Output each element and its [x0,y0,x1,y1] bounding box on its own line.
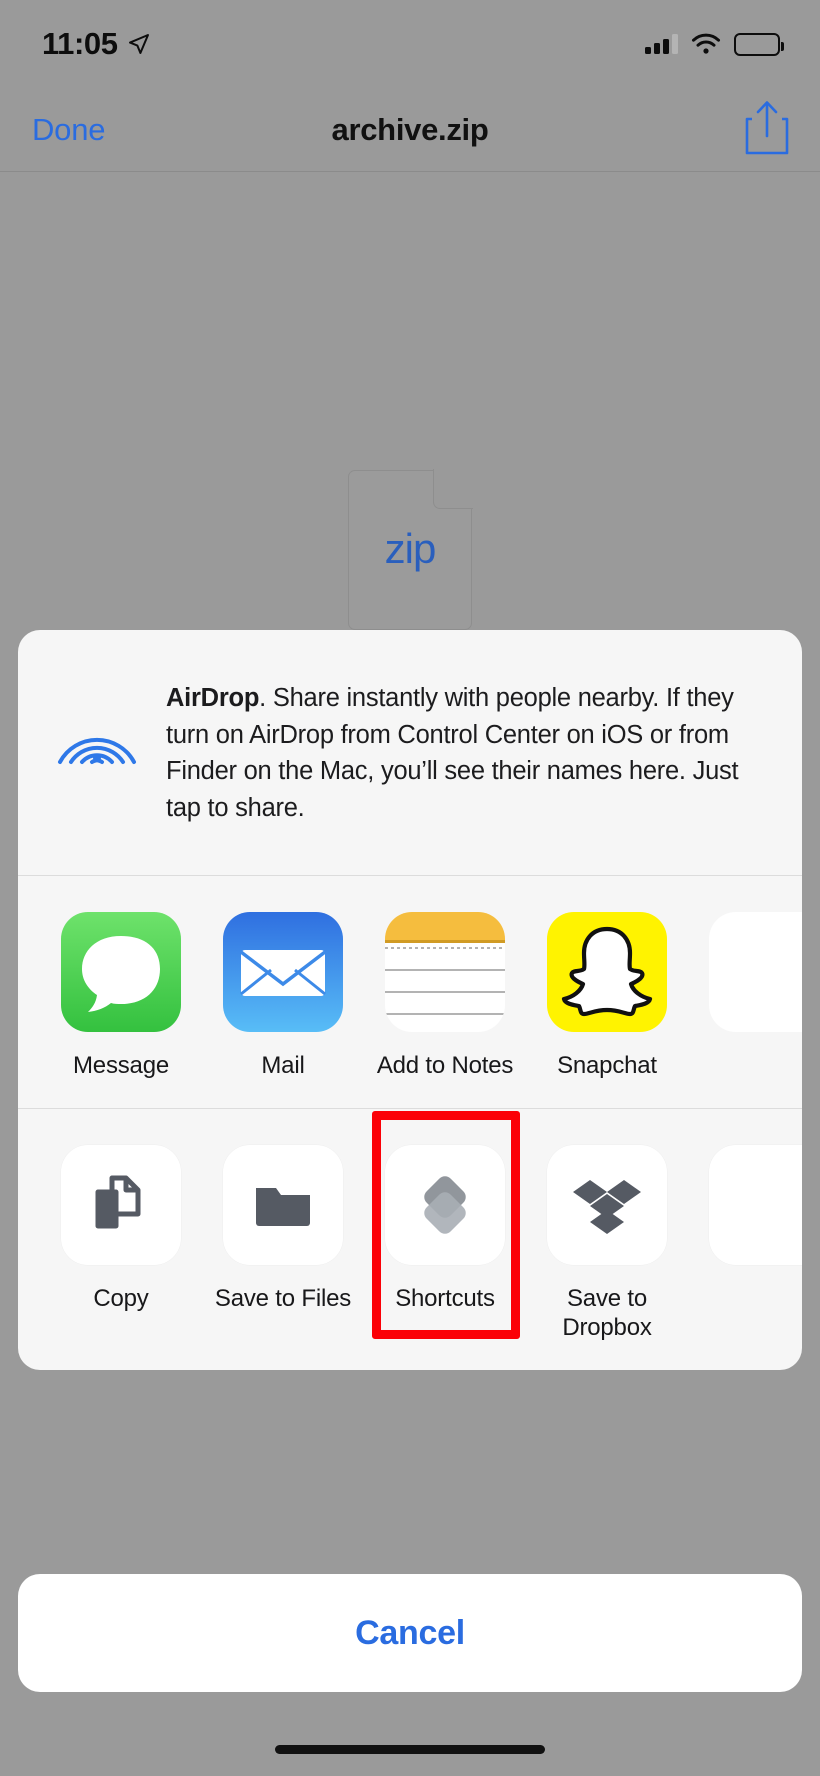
share-action-label: Save to Dropbox [562,1285,652,1341]
airdrop-section[interactable]: AirDrop. Share instantly with people nea… [18,630,802,875]
airdrop-icon [54,678,140,775]
airdrop-description: AirDrop. Share instantly with people nea… [166,678,774,827]
navigation-bar: Done archive.zip [0,88,820,172]
cancel-button[interactable]: Cancel [18,1574,802,1692]
share-action-save-to-files[interactable]: Save to Files [202,1145,364,1342]
share-action-row[interactable]: Copy Save to Files Shortcuts Save to Dro… [18,1109,802,1370]
share-target-label: Message [73,1051,169,1079]
battery-icon [734,32,784,56]
share-upload-icon [745,101,789,155]
files-folder-icon [223,1145,343,1266]
zip-document-icon: zip [348,469,473,630]
status-bar-left: 11:05 [42,26,151,62]
share-target-label: Mail [261,1051,305,1079]
share-action-label: Shortcuts [395,1285,495,1313]
share-app-row[interactable]: Message Mail Add to Notes Snapchat [18,876,802,1108]
share-action-partial[interactable] [688,1145,802,1342]
location-arrow-icon [128,34,149,54]
airdrop-title: AirDrop [166,684,260,712]
cellular-bars-icon [645,34,678,54]
share-target-mail[interactable]: Mail [202,911,364,1080]
dropbox-icon [547,1145,667,1266]
page-title: archive.zip [331,111,489,147]
share-action-label: Save to Files [214,1285,352,1313]
share-sheet: AirDrop. Share instantly with people nea… [18,630,802,1370]
partial-action-icon [709,1145,802,1266]
mail-app-icon [223,911,343,1032]
share-action-save-to-dropbox[interactable]: Save to Dropbox [526,1145,688,1342]
wifi-icon [692,33,720,54]
share-target-add-to-notes[interactable]: Add to Notes [364,911,526,1080]
share-target-snapchat[interactable]: Snapchat [526,911,688,1080]
partial-app-icon [709,911,802,1032]
share-target-label: Snapchat [557,1051,657,1079]
file-extension-label: zip [384,525,437,572]
share-button[interactable] [744,98,790,161]
done-button[interactable]: Done [32,112,106,148]
notes-app-icon [385,911,505,1032]
status-bar-right [645,32,784,56]
status-bar: 11:05 [0,0,820,88]
snapchat-app-icon [547,911,667,1032]
clock-label: 11:05 [42,26,118,61]
copy-icon [61,1145,181,1266]
share-action-shortcuts[interactable]: Shortcuts [364,1111,526,1342]
share-action-copy[interactable]: Copy [40,1145,202,1342]
messages-app-icon [61,911,181,1032]
share-target-message[interactable]: Message [40,911,202,1080]
file-preview-area: zip [0,469,820,630]
home-indicator [275,1745,545,1754]
share-target-label: Add to Notes [376,1051,514,1079]
share-action-label: Copy [93,1285,149,1313]
shortcuts-icon [385,1145,505,1266]
share-target-partial[interactable] [688,911,802,1080]
